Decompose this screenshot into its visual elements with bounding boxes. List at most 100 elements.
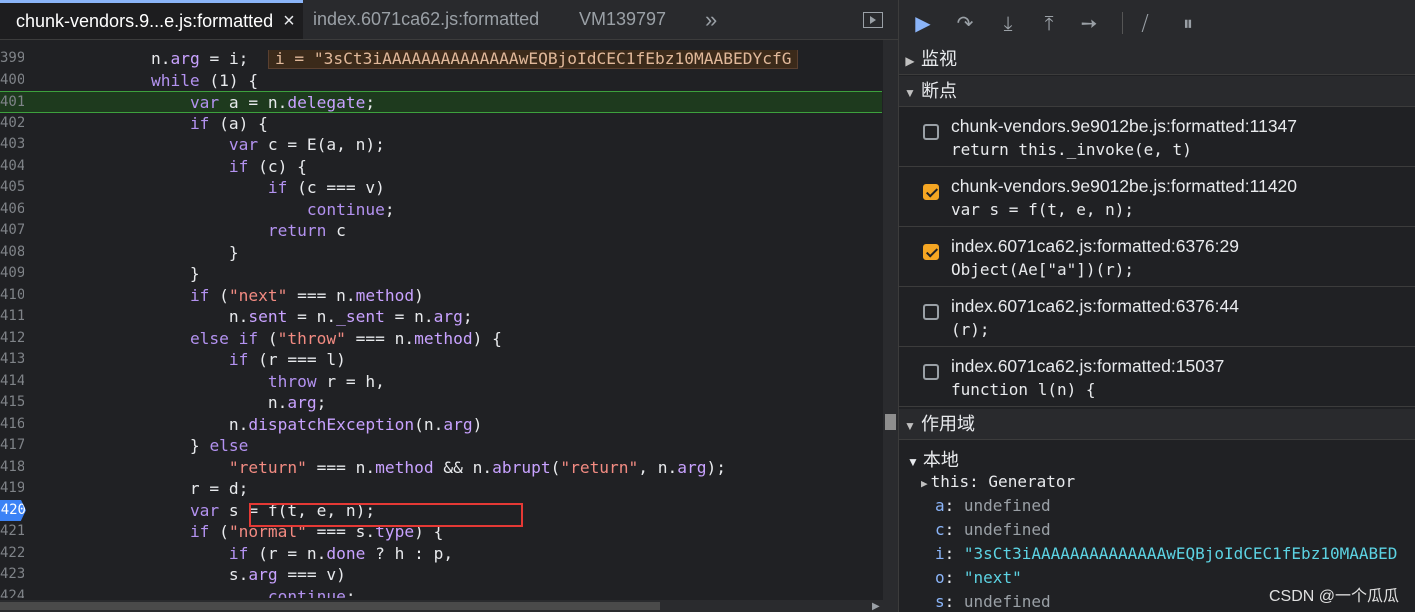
variable-name: s [935,592,945,611]
vertical-scrollbar[interactable] [883,40,898,600]
code-line[interactable]: 409 } [0,263,882,285]
line-number[interactable]: 413 [0,349,24,371]
scope-variable[interactable]: ▶ this: Generator [921,472,1075,491]
line-number[interactable]: 418 [0,457,24,479]
line-number[interactable]: 400 [0,70,24,92]
code-line[interactable]: 402 if (a) { [0,113,882,135]
breakpoint-checkbox[interactable] [923,244,939,260]
code-line[interactable]: 404 if (c) { [0,156,882,178]
toggle-sidebar-icon[interactable] [863,12,883,28]
step-into-icon[interactable]: ⤓ [996,12,1020,36]
scope-variable[interactable]: o: "next" [935,568,1022,587]
line-number[interactable]: 419 [0,478,24,500]
code-line[interactable]: 410 if ("next" === n.method) [0,285,882,307]
line-number[interactable]: 412 [0,328,24,350]
breakpoint-item[interactable]: index.6071ca62.js:formatted:6376:29 Objec… [899,228,1415,287]
more-tabs-icon[interactable]: » [705,7,717,33]
current-line[interactable]: 401 var a = n.delegate; [0,91,882,113]
line-number[interactable]: 411 [0,306,24,328]
breakpoint-checkbox[interactable] [923,364,939,380]
line-number[interactable]: 421 [0,521,24,543]
scope-label: 作用域 [921,414,975,434]
tab-index[interactable]: index.6071ca62.js:formatted [313,0,539,39]
code-line[interactable]: 418 "return" === n.method && n.abrupt("r… [0,457,882,479]
local-scope-header[interactable]: ▼ 本地 [907,446,959,472]
line-number[interactable]: 415 [0,392,24,414]
breakpoint-item[interactable]: chunk-vendors.9e9012be.js:formatted:1134… [899,108,1415,167]
code-line[interactable]: 414 throw r = h, [0,371,882,393]
line-number[interactable]: 423 [0,564,24,586]
breakpoint-checkbox[interactable] [923,124,939,140]
scope-section-header[interactable]: ▼ 作用域 [899,409,1415,440]
line-number[interactable]: 402 [0,113,24,135]
collapse-icon: ▼ [907,455,919,469]
tab-vm[interactable]: VM139797 [579,0,666,39]
breakpoint-checkbox[interactable] [923,304,939,320]
step-over-icon[interactable]: ↷ [953,12,977,36]
scroll-right-icon[interactable]: ▶ [872,601,880,612]
code-text: throw r = h, [267,371,385,391]
code-line[interactable]: 400 while (1) { [0,70,882,92]
line-number[interactable]: 420 [0,499,26,521]
variable-colon: : [944,592,964,611]
expand-icon: ▶ [905,54,915,68]
line-number[interactable]: 404 [0,156,24,178]
line-number[interactable]: 401 [0,92,24,114]
step-out-icon[interactable]: ⤒ [1037,12,1061,36]
scope-variable[interactable]: s: undefined [935,592,1051,611]
line-number[interactable]: 399 [0,50,24,70]
breakpoint-item[interactable]: chunk-vendors.9e9012be.js:formatted:1142… [899,168,1415,227]
code-line[interactable]: 413 if (r === l) [0,349,882,371]
line-number[interactable]: 417 [0,435,24,457]
code-text: else if ("throw" === n.method) { [189,328,502,348]
line-number[interactable]: 405 [0,177,24,199]
code-line[interactable]: 417 } else [0,435,882,457]
scope-variable[interactable]: i: "3sCt3iAAAAAAAAAAAAAAwEQBjoIdCEC1fEbz… [935,544,1397,563]
tab-chunk-vendors[interactable]: chunk-vendors.9...e.js:formatted × [0,0,303,39]
code-line[interactable]: 405 if (c === v) [0,177,882,199]
line-number[interactable]: 422 [0,543,24,565]
breakpoint-item[interactable]: index.6071ca62.js:formatted:15037 functio… [899,348,1415,407]
vertical-scroll-thumb[interactable] [885,414,896,430]
code-line[interactable]: 407 return c [0,220,882,242]
code-line[interactable]: 411 n.sent = n._sent = n.arg; [0,306,882,328]
highlight-box [249,503,523,527]
line-number[interactable]: 406 [0,199,24,221]
scope-variable[interactable]: a: undefined [935,496,1051,515]
pause-on-exceptions-icon[interactable]: ⏸ [1176,12,1200,36]
deactivate-breakpoints-icon[interactable]: ⧸ [1133,12,1157,36]
code-line[interactable]: 423 s.arg === v) [0,564,882,586]
resume-icon[interactable]: ▶︎ [911,12,935,36]
line-number[interactable]: 414 [0,371,24,393]
code-line[interactable]: 412 else if ("throw" === n.method) { [0,328,882,350]
line-number[interactable]: 403 [0,134,24,156]
close-icon[interactable]: × [283,10,295,32]
variable-colon: : [944,496,964,515]
code-line[interactable]: 406 continue; [0,199,882,221]
line-number[interactable]: 409 [0,263,24,285]
code-line[interactable]: 422 if (r = n.done ? h : p, [0,543,882,565]
code-line[interactable]: 419 r = d; [0,478,882,500]
expand-icon[interactable]: ▶ [921,477,928,490]
collapse-icon: ▼ [904,419,916,433]
line-number[interactable]: 424 [0,586,24,599]
code-line[interactable]: 399 n.arg = i; i = "3sCt3iAAAAAAAAAAAAAA… [0,50,882,70]
line-number[interactable]: 410 [0,285,24,307]
code-line[interactable]: 403 var c = E(a, n); [0,134,882,156]
breakpoint-checkbox[interactable] [923,184,939,200]
code-line[interactable]: 408 } [0,242,882,264]
breakpoint-location: chunk-vendors.9e9012be.js:formatted:1142… [951,176,1298,196]
scope-variable[interactable]: c: undefined [935,520,1051,539]
variable-value: undefined [963,592,1051,611]
breakpoints-section-header[interactable]: ▼ 断点 [899,76,1415,107]
watch-section-header[interactable]: ▶ 监视 [899,44,1415,75]
line-number[interactable]: 407 [0,220,24,242]
code-line[interactable]: 416 n.dispatchException(n.arg) [0,414,882,436]
line-number[interactable]: 416 [0,414,24,436]
breakpoint-item[interactable]: index.6071ca62.js:formatted:6376:44 (r); [899,288,1415,347]
code-line[interactable]: 424 continue; [0,586,882,599]
horizontal-scroll-thumb[interactable] [0,602,660,610]
step-icon[interactable]: ➙ [1077,12,1101,36]
line-number[interactable]: 408 [0,242,24,264]
code-line[interactable]: 415 n.arg; [0,392,882,414]
